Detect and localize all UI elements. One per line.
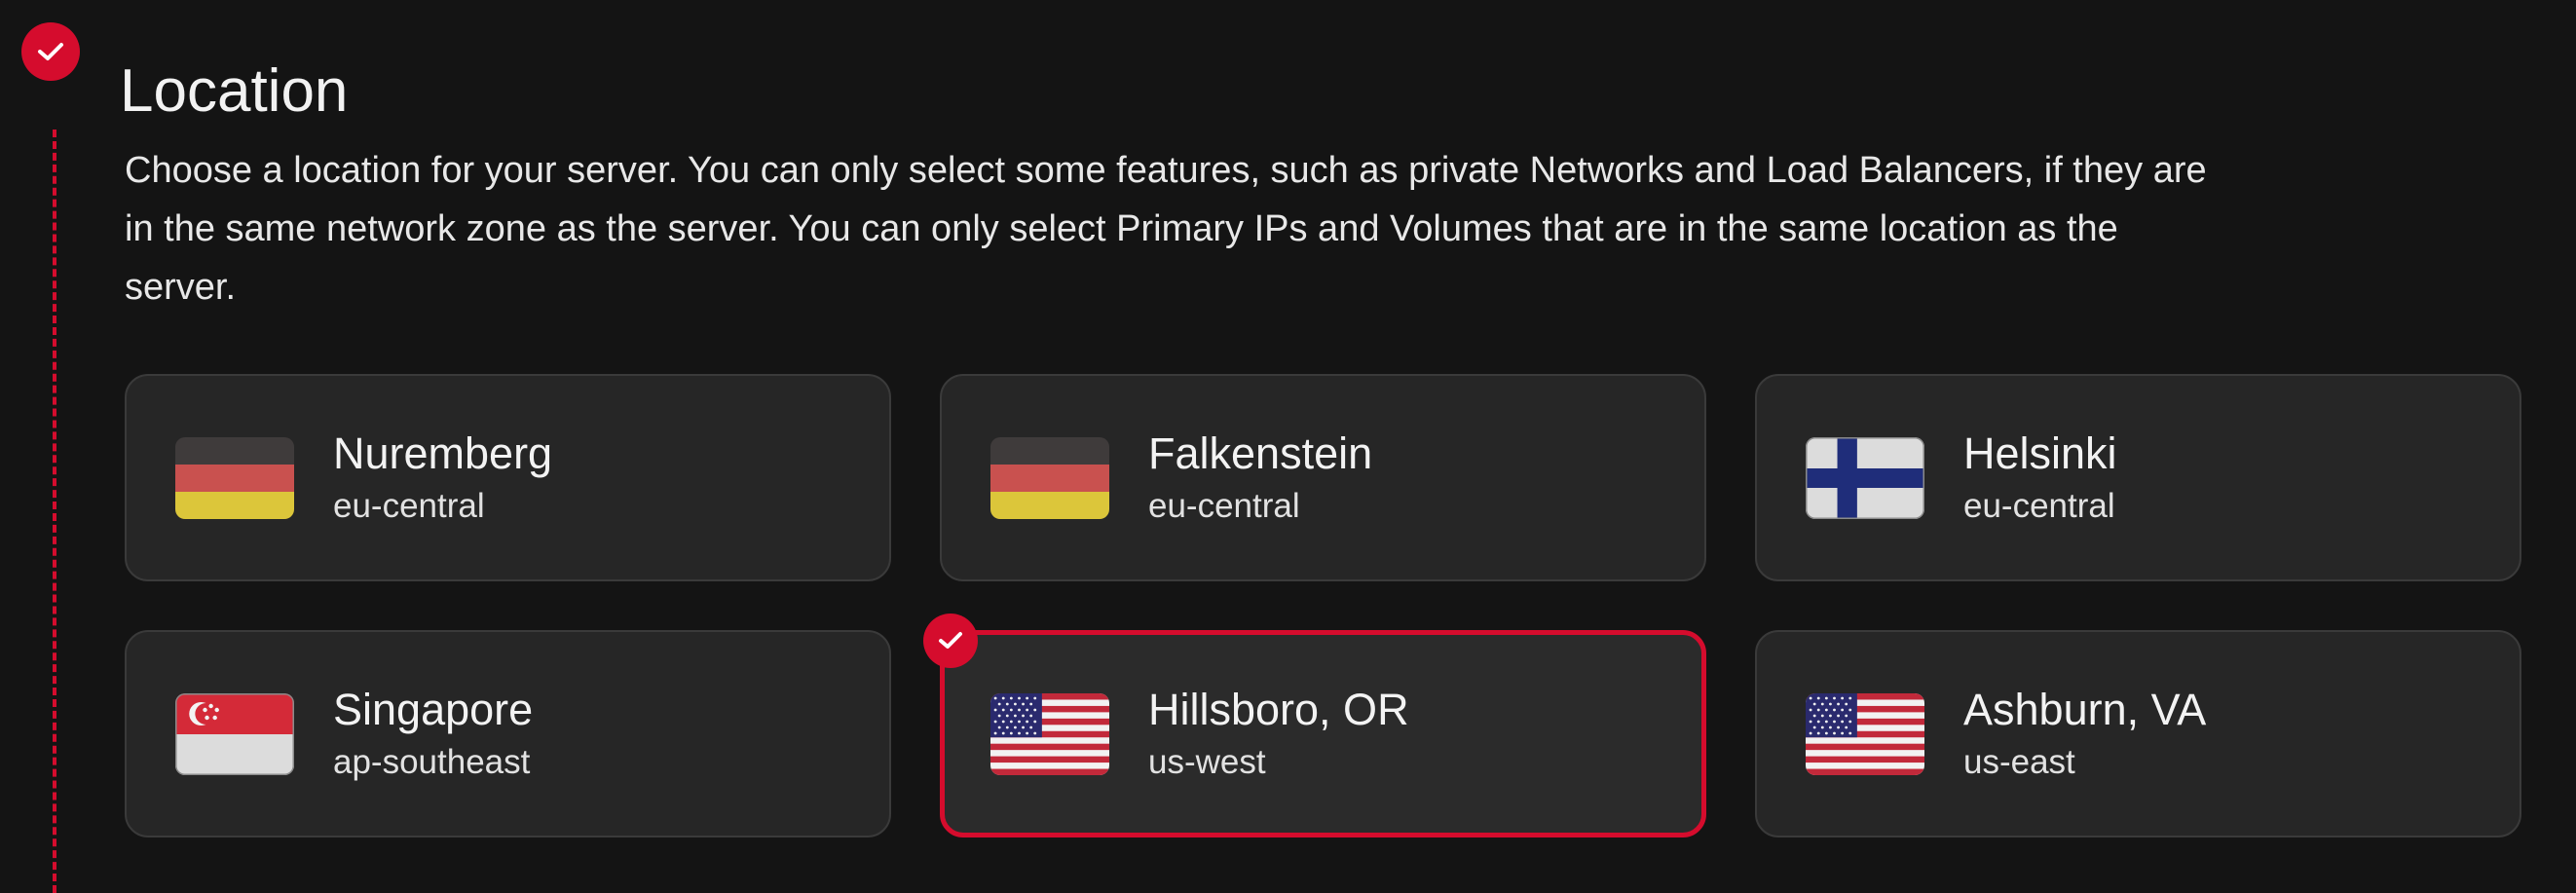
selected-check-icon <box>923 614 978 668</box>
singapore-flag-icon <box>175 692 294 775</box>
germany-flag-icon <box>990 436 1109 519</box>
location-card-ashburn[interactable]: Ashburn, VA us-east <box>1755 630 2521 837</box>
section-title: Location <box>120 56 349 125</box>
location-city: Nuremberg <box>333 428 553 478</box>
section-description: Choose a location for your server. You c… <box>125 150 2207 308</box>
finland-flag-icon <box>1806 436 1924 519</box>
location-zone: eu-central <box>333 486 485 525</box>
location-city: Falkenstein <box>1148 428 1373 478</box>
location-city: Ashburn, VA <box>1963 684 2207 734</box>
step-complete-check-icon <box>21 22 80 81</box>
location-card-hillsboro[interactable]: Hillsboro, OR us-west <box>923 614 1706 837</box>
location-zone: us-west <box>1148 742 1266 781</box>
germany-flag-icon <box>175 436 294 519</box>
location-zone: eu-central <box>1963 486 2115 525</box>
step-progress-line <box>53 130 56 893</box>
location-zone: us-east <box>1963 742 2075 781</box>
usa-flag-icon <box>1806 692 1924 775</box>
location-city: Singapore <box>333 684 534 734</box>
location-grid: Nuremberg eu-central Falkenstein eu-cent… <box>125 374 2521 837</box>
location-city: Hillsboro, OR <box>1148 684 1409 734</box>
location-card-helsinki[interactable]: Helsinki eu-central <box>1755 374 2521 581</box>
location-card-singapore[interactable]: Singapore ap-southeast <box>125 630 891 837</box>
location-city: Helsinki <box>1963 428 2117 478</box>
location-zone: eu-central <box>1148 486 1300 525</box>
location-zone: ap-southeast <box>333 742 531 781</box>
location-card-falkenstein[interactable]: Falkenstein eu-central <box>940 374 1706 581</box>
location-card-nuremberg[interactable]: Nuremberg eu-central <box>125 374 891 581</box>
usa-flag-icon <box>990 692 1109 775</box>
